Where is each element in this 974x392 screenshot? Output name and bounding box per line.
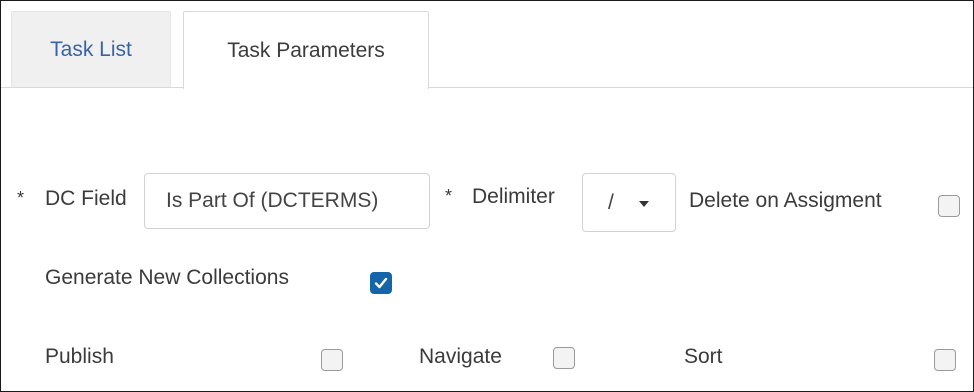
dc-field-value: Is Part Of (DCTERMS) xyxy=(166,189,379,212)
dc-field-label: DC Field xyxy=(45,187,127,210)
navigate-label: Navigate xyxy=(419,345,502,368)
navigate-checkbox[interactable] xyxy=(553,347,575,369)
tab-task-list-label: Task List xyxy=(50,37,132,61)
delete-on-assignment-label: Delete on Assigment xyxy=(689,189,882,212)
delete-on-assignment-checkbox[interactable] xyxy=(938,195,960,217)
generate-new-collections-label: Generate New Collections xyxy=(45,266,289,289)
sort-label: Sort xyxy=(684,345,723,368)
delimiter-label: Delimiter xyxy=(472,185,555,208)
delimiter-value: / xyxy=(608,191,614,214)
publish-checkbox[interactable] xyxy=(321,349,343,371)
tab-task-list[interactable]: Task List xyxy=(11,11,171,87)
tab-bar: Task List Task Parameters xyxy=(1,1,973,89)
generate-new-collections-checkbox[interactable] xyxy=(370,272,392,294)
dc-field-required-marker: * xyxy=(17,188,25,208)
delimiter-select[interactable]: / xyxy=(582,173,676,232)
dc-field-input[interactable]: Is Part Of (DCTERMS) xyxy=(144,173,430,229)
task-window: Task List Task Parameters * DC Field Is … xyxy=(0,0,974,392)
sort-checkbox[interactable] xyxy=(934,349,956,371)
publish-label: Publish xyxy=(45,345,114,368)
check-icon xyxy=(374,277,388,289)
tab-task-parameters-label: Task Parameters xyxy=(227,38,385,62)
chevron-down-icon xyxy=(639,201,649,207)
delimiter-required-marker: * xyxy=(445,186,453,206)
tab-divider xyxy=(1,87,973,88)
tab-task-parameters[interactable]: Task Parameters xyxy=(183,11,429,89)
